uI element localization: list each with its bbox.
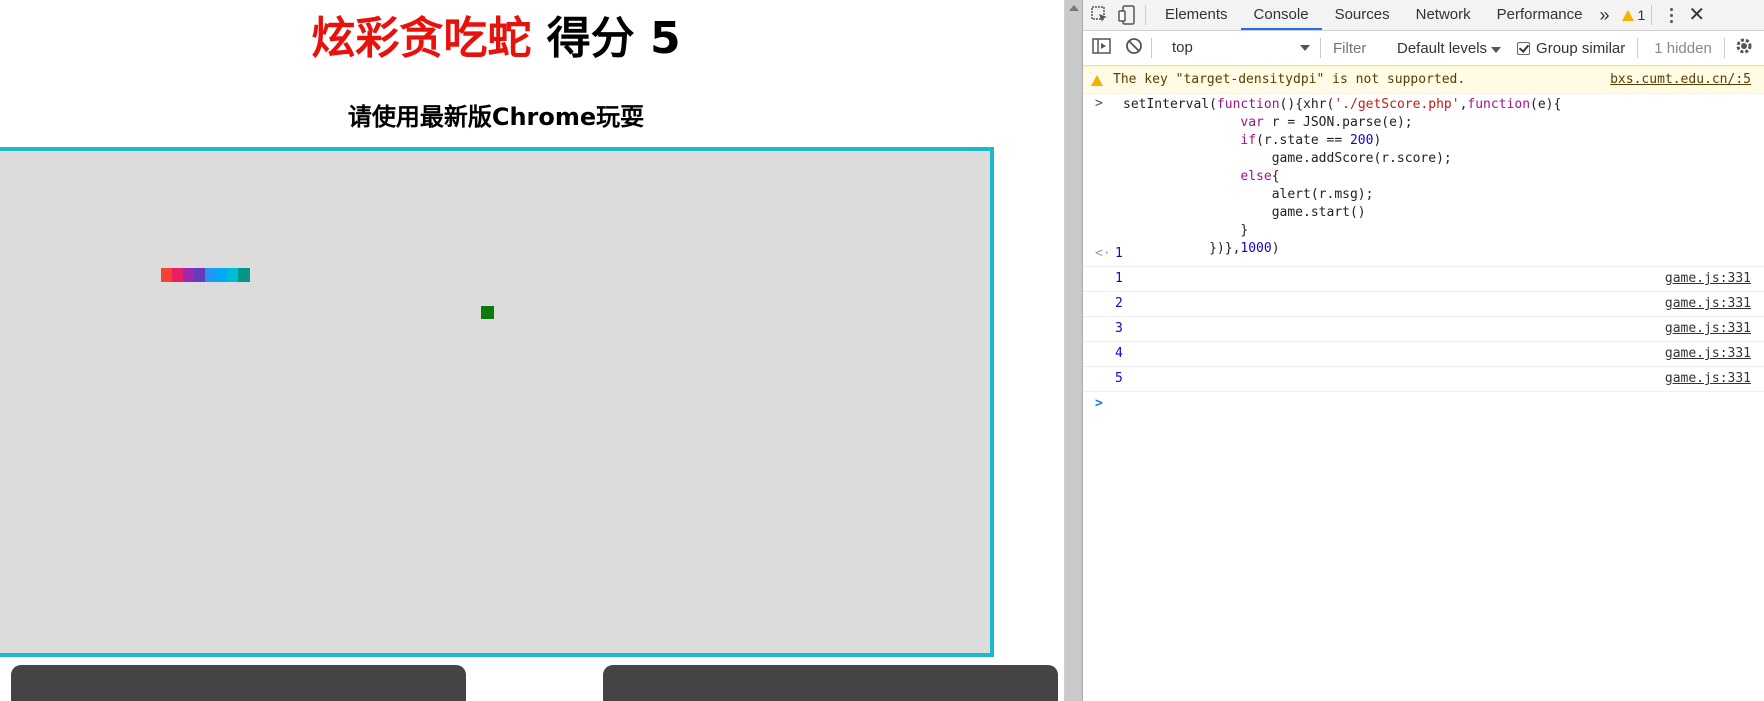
log-row: 1 game.js:331 <box>1083 267 1764 292</box>
hidden-count: 1 hidden <box>1654 39 1712 57</box>
tab-console[interactable]: Console <box>1240 0 1322 30</box>
code-block: setInterval(function(){xhr('./getScore.p… <box>1123 97 1562 256</box>
control-button-right[interactable] <box>603 665 1058 701</box>
warning-count: 1 <box>1637 7 1646 23</box>
tab-performance[interactable]: Performance <box>1484 0 1596 30</box>
score-label: 得分 <box>546 13 635 64</box>
clear-console-icon[interactable] <box>1123 35 1145 61</box>
devtools-tabbar: Elements Console Sources Network Perform… <box>1083 0 1764 31</box>
food <box>481 306 494 319</box>
log-value: 1 <box>1115 271 1123 286</box>
log-source-link[interactable]: game.js:331 <box>1665 267 1751 291</box>
device-toolbar-icon[interactable] <box>1117 4 1139 26</box>
return-arrow-icon: <· <box>1095 246 1111 261</box>
result-value: 1 <box>1115 246 1123 261</box>
context-select[interactable]: top <box>1164 36 1314 60</box>
inspect-element-icon[interactable] <box>1089 4 1111 26</box>
divider <box>1651 5 1653 25</box>
more-tabs-icon[interactable]: » <box>1596 0 1614 30</box>
settings-gear-icon[interactable] <box>1733 35 1755 61</box>
snake-segment <box>238 268 250 282</box>
console-result: <· 1 <box>1083 242 1764 267</box>
tab-network[interactable]: Network <box>1403 0 1484 30</box>
page-scrollbar[interactable] <box>1065 0 1083 701</box>
tab-elements[interactable]: Elements <box>1152 0 1241 30</box>
page-title: 炫彩贪吃蛇 得分 5 <box>0 10 992 68</box>
chevron-down-icon <box>1491 46 1502 53</box>
context-value: top <box>1172 39 1193 56</box>
divider <box>1637 38 1639 58</box>
chevron-right-icon: > <box>1095 96 1103 111</box>
game-board[interactable] <box>0 147 994 657</box>
group-similar-checkbox[interactable] <box>1517 41 1531 55</box>
divider <box>1320 38 1321 58</box>
log-source-link[interactable]: game.js:331 <box>1665 367 1751 391</box>
close-icon[interactable]: ✕ <box>1688 0 1705 30</box>
log-row: 3 game.js:331 <box>1083 317 1764 342</box>
levels-label: Default levels <box>1397 39 1488 57</box>
score-value: 5 <box>650 13 681 64</box>
warning-counter[interactable]: 1 <box>1621 7 1646 23</box>
log-value: 2 <box>1115 296 1123 311</box>
warning-icon <box>1091 75 1103 86</box>
warning-message: The key "target-densitydpi" is not suppo… <box>1113 72 1466 87</box>
game-page: 炫彩贪吃蛇 得分 5 请使用最新版Chrome玩耍 <box>0 0 1064 701</box>
warning-source-link[interactable]: bxs.cumt.edu.cn/:5 <box>1610 67 1751 93</box>
log-value: 4 <box>1115 346 1123 361</box>
console-warning: The key "target-densitydpi" is not suppo… <box>1083 66 1764 94</box>
console-toolbar: top Default levels Group similar 1 hidde… <box>1083 31 1764 66</box>
levels-dropdown[interactable]: Default levels <box>1397 39 1502 57</box>
console-input-code: > setInterval(function(){xhr('./getScore… <box>1083 94 1764 256</box>
control-button-left[interactable] <box>11 665 466 701</box>
scroll-up-icon[interactable] <box>1069 5 1079 11</box>
group-similar-label: Group similar <box>1536 39 1626 57</box>
devtools-panel: Elements Console Sources Network Perform… <box>1064 0 1764 701</box>
console-output: The key "target-densitydpi" is not suppo… <box>1083 66 1764 701</box>
subtitle: 请使用最新版Chrome玩耍 <box>347 103 645 131</box>
divider <box>1145 5 1146 25</box>
chevron-down-icon <box>1300 45 1310 51</box>
filter-input[interactable] <box>1327 35 1389 61</box>
tab-sources[interactable]: Sources <box>1322 0 1403 30</box>
divider <box>1151 38 1152 58</box>
log-source-link[interactable]: game.js:331 <box>1665 342 1751 366</box>
log-source-link[interactable]: game.js:331 <box>1665 317 1751 341</box>
console-prompt[interactable]: > <box>1083 392 1764 416</box>
divider <box>1723 38 1725 58</box>
log-row: 4 game.js:331 <box>1083 342 1764 367</box>
log-row: 5 game.js:331 <box>1083 367 1764 392</box>
log-value: 3 <box>1115 321 1123 336</box>
more-options-icon[interactable] <box>1670 7 1674 23</box>
log-source-link[interactable]: game.js:331 <box>1665 292 1751 316</box>
log-value: 5 <box>1115 371 1123 386</box>
sidebar-toggle-icon[interactable] <box>1091 35 1113 61</box>
warning-icon <box>1621 9 1634 21</box>
log-row: 2 game.js:331 <box>1083 292 1764 317</box>
game-title: 炫彩贪吃蛇 <box>311 13 532 64</box>
chevron-right-icon: > <box>1095 396 1103 411</box>
